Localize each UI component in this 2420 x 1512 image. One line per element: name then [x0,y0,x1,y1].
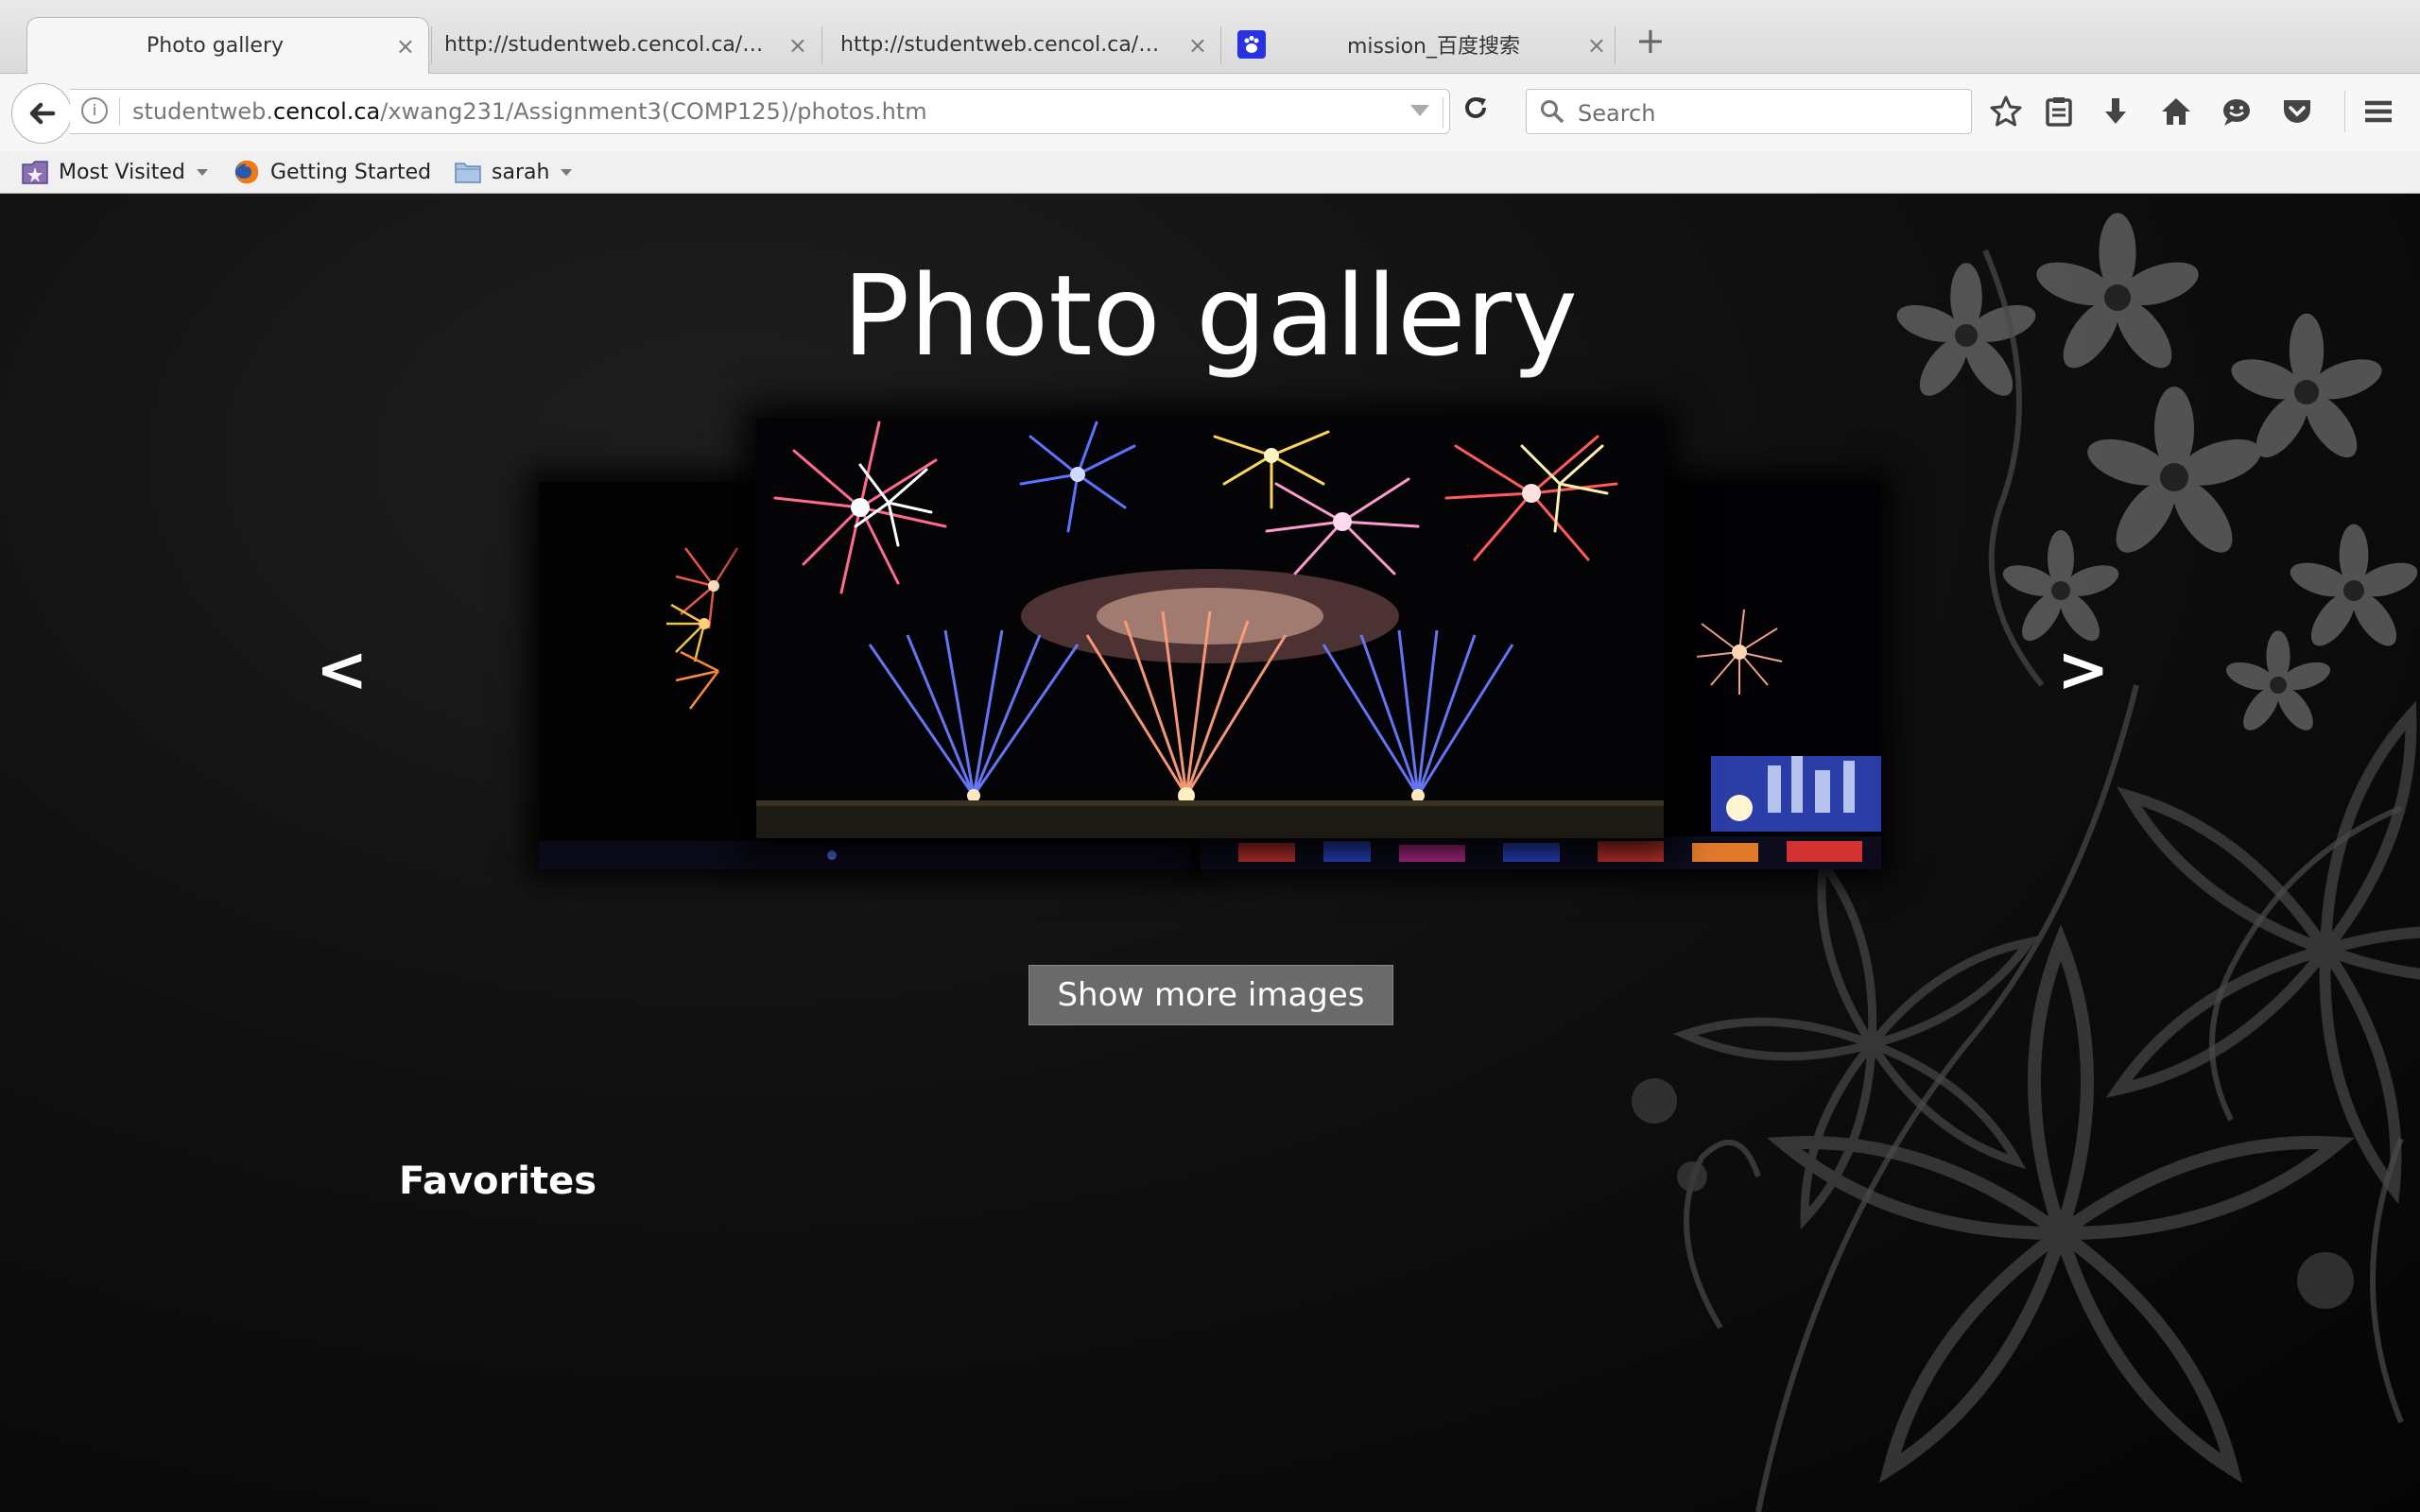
search-icon [1541,100,1564,124]
tab-separator [1615,26,1616,64]
hello-chat-button[interactable] [2218,93,2256,130]
back-arrow-icon [29,102,56,125]
previous-photo-button[interactable]: < [316,633,368,706]
back-button[interactable] [11,83,72,144]
tab-label: Photo gallery [147,34,285,58]
show-more-images-button[interactable]: Show more images [1028,965,1393,1025]
search-field[interactable]: Search [1526,89,1972,134]
url-text[interactable]: studentweb.cencol.ca/xwang231/Assignment… [132,98,927,125]
baidu-paw-icon [1237,30,1266,59]
dropdown-caret-icon [196,168,208,176]
tab-separator [431,26,432,64]
pocket-icon [2284,100,2310,123]
tab-label: mission_百度搜索 [1347,35,1520,59]
url-path: /xwang231/Assignment3(COMP125)/photos.ht… [380,98,927,125]
gallery-page: Photo gallery < > Show more images Favor… [0,194,2420,1512]
close-tab-icon[interactable]: × [396,33,415,60]
url-separator [119,97,120,126]
site-info-icon[interactable]: i [81,97,108,124]
folder-icon [455,163,481,183]
reload-button[interactable] [1461,94,1490,129]
tab-bar: Photo gallery × http://studentweb.cencol… [0,0,2420,74]
tab-baidu-search[interactable]: mission_百度搜索 × [1222,17,1619,72]
bookmark-getting-started[interactable]: Getting Started [233,155,431,189]
home-icon [2162,98,2190,125]
url-history-dropdown-icon[interactable] [1410,105,1429,116]
dropdown-caret-icon [561,168,573,176]
tab-separator [821,26,822,64]
bookmarks-menu-button[interactable] [2040,93,2078,130]
open-menu-button[interactable] [2360,93,2397,130]
url-prefix: studentweb. [132,98,274,125]
close-tab-icon[interactable]: × [1188,32,1207,59]
bookmarks-toolbar: Most Visited Getting Started sarah [0,151,2420,194]
bookmark-star-button[interactable] [1987,93,2025,130]
gallery-photo-main[interactable] [756,418,1664,838]
home-button[interactable] [2157,93,2195,130]
url-domain: cencol.ca [273,98,381,125]
page-title: Photo gallery [842,250,1578,381]
tab-label: http://studentweb.cencol.ca/xw... [840,32,1162,57]
bookmark-label: Most Visited [59,160,185,184]
fireworks-display-photo [756,418,1664,838]
bookmark-folder-sarah[interactable]: sarah [454,155,573,189]
next-photo-button[interactable]: > [2057,633,2109,706]
most-visited-icon [22,161,48,184]
downloads-button[interactable] [2097,93,2135,130]
download-arrow-icon [2105,98,2126,124]
close-tab-icon[interactable]: × [788,32,807,59]
reload-icon [1465,97,1486,118]
hamburger-menu-icon [2365,100,2392,123]
bookmark-most-visited[interactable]: Most Visited [21,155,208,189]
tab-label: http://studentweb.cencol.ca/xw... [444,32,766,57]
tab-studentweb-2[interactable]: http://studentweb.cencol.ca/xw... × [823,17,1220,72]
navigation-toolbar: i studentweb.cencol.ca/xwang231/Assignme… [0,74,2420,151]
clipboard-list-icon [2046,97,2072,127]
tab-studentweb-1[interactable]: http://studentweb.cencol.ca/xw... × [433,17,821,72]
toolbar-separator [2344,91,2345,132]
chat-smiley-icon [2223,99,2250,126]
favorites-heading: Favorites [399,1160,597,1203]
close-tab-icon[interactable]: × [1587,32,1606,59]
bookmark-label: sarah [492,160,550,184]
tab-photo-gallery[interactable]: Photo gallery × [26,17,429,74]
new-tab-button[interactable]: + [1635,23,1666,59]
firefox-icon [234,160,259,184]
address-bar[interactable]: i studentweb.cencol.ca/xwang231/Assignme… [70,89,1486,134]
star-icon [1990,95,2022,127]
search-placeholder: Search [1578,100,1656,127]
pocket-button[interactable] [2278,93,2316,130]
bookmark-label: Getting Started [270,160,432,184]
tab-separator [1220,26,1221,64]
